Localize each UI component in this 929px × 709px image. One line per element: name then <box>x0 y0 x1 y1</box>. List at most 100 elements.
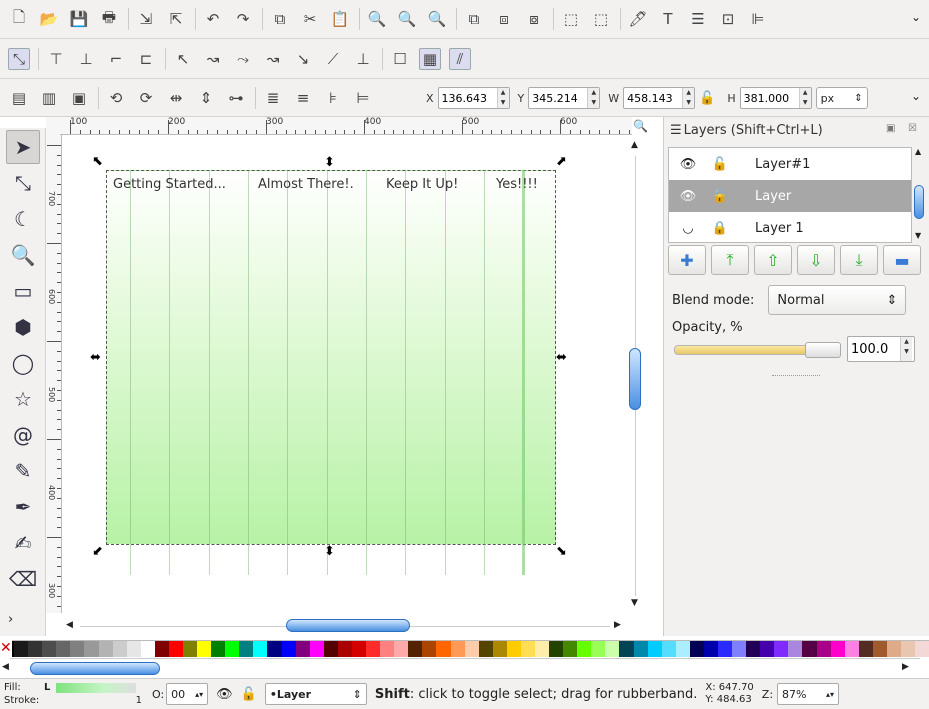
h-field[interactable]: ▲▼ <box>739 87 812 109</box>
snap-midpoint-icon[interactable]: ⟋ <box>322 48 344 70</box>
layer-row[interactable]: 👁 🔓 Layer#1 <box>669 148 911 180</box>
palette-scroll-thumb[interactable] <box>30 662 160 675</box>
color-swatch[interactable] <box>126 641 141 657</box>
scroll-up-icon[interactable]: ▲ <box>631 140 638 150</box>
color-swatch[interactable] <box>492 641 507 657</box>
add-layer-button[interactable]: ✚ <box>668 245 706 275</box>
color-swatch[interactable] <box>267 641 282 657</box>
color-swatch[interactable] <box>28 641 43 657</box>
color-swatch[interactable] <box>337 641 352 657</box>
color-swatch[interactable] <box>746 641 761 657</box>
scale-handle-sw[interactable]: ⬋ <box>92 545 103 558</box>
align-1-icon[interactable]: ≣ <box>262 87 284 109</box>
rotate-ccw-icon[interactable]: ⟳ <box>135 87 157 109</box>
align-4-icon[interactable]: ⊨ <box>352 87 374 109</box>
snap-intersection-icon[interactable]: ⤳ <box>232 48 254 70</box>
color-swatch[interactable] <box>760 641 775 657</box>
color-swatch[interactable] <box>197 641 212 657</box>
scroll-down-icon[interactable]: ▼ <box>631 598 638 608</box>
color-swatch[interactable] <box>366 641 381 657</box>
lower-layer-to-bottom-button[interactable]: ⤓ <box>840 245 878 275</box>
lower-bottom-icon[interactable]: ⟲ <box>105 87 127 109</box>
w-field[interactable]: ▲▼ <box>623 87 696 109</box>
color-swatch[interactable] <box>732 641 747 657</box>
color-swatch[interactable] <box>112 641 127 657</box>
scale-handle-s[interactable]: ⬍ <box>324 545 335 558</box>
rect-tool-icon[interactable]: ▭ <box>6 274 40 308</box>
eye-closed-icon[interactable]: ◡ <box>675 221 701 236</box>
toggle-layer-lock-icon[interactable]: 🔓 <box>241 687 257 702</box>
tweak-tool-icon[interactable]: ☾ <box>6 202 40 236</box>
undo-icon[interactable]: ↶ <box>202 8 224 30</box>
scroll-left-icon[interactable]: ◀ <box>66 620 73 630</box>
canvas-horizontal-scrollbar[interactable]: ◀ ▶ <box>62 617 637 635</box>
vertical-scroll-thumb[interactable] <box>629 348 641 410</box>
color-swatch[interactable] <box>605 641 620 657</box>
snap-bbox-corner-icon[interactable]: ⌐ <box>105 48 127 70</box>
opacity-stepper[interactable]: ▲ ▼ <box>900 337 912 361</box>
eye-open-icon[interactable]: 👁 <box>675 189 701 204</box>
clone-icon[interactable]: ⧈ <box>493 8 515 30</box>
color-swatch[interactable] <box>534 641 550 657</box>
palette-scroll-right-icon[interactable]: ▶ <box>902 662 909 672</box>
w-input[interactable] <box>624 91 683 105</box>
cut-icon[interactable]: ✂ <box>299 8 321 30</box>
y-field[interactable]: ▲▼ <box>528 87 601 109</box>
lower-layer-button[interactable]: ⇩ <box>797 245 835 275</box>
layer-row[interactable]: 👁 🔓 Layer <box>669 180 911 212</box>
color-swatch[interactable] <box>422 641 437 657</box>
color-swatch[interactable] <box>591 641 606 657</box>
palette-scroll-left-icon[interactable]: ◀ <box>2 662 9 672</box>
blend-mode-select[interactable]: Normal ⇕ <box>768 285 907 315</box>
paste-icon[interactable]: 📋 <box>329 8 351 30</box>
pencil-tool-icon[interactable]: ✎ <box>6 454 40 488</box>
opacity-slider-knob[interactable] <box>805 342 841 358</box>
open-icon[interactable]: 📂 <box>38 8 60 30</box>
y-stepper[interactable]: ▲ ▼ <box>587 88 600 108</box>
layer-list-scrollbar[interactable]: ▲ ▼ <box>912 147 926 243</box>
color-swatch[interactable] <box>675 641 690 657</box>
ungroup-icon[interactable]: ⬚ <box>590 8 612 30</box>
eraser-tool-icon[interactable]: ⌫ <box>6 562 40 596</box>
toolbar-overflow-icon[interactable]: ⌄ <box>911 10 921 24</box>
snap-grid-icon[interactable]: ▦ <box>419 47 441 70</box>
color-swatch[interactable] <box>154 641 169 657</box>
fill-swatch[interactable] <box>56 682 137 693</box>
new-document-icon[interactable]: 🗋 <box>8 8 30 30</box>
zoom-selection-icon[interactable]: 🔍 <box>366 8 388 30</box>
panel-resize-grip[interactable] <box>772 375 820 379</box>
snap-bbox-mid-icon[interactable]: ⊏ <box>135 48 157 70</box>
no-paint-swatch[interactable]: ✕ <box>0 640 12 657</box>
color-swatch[interactable] <box>450 641 465 657</box>
color-swatch[interactable] <box>830 641 845 657</box>
canvas-vertical-scrollbar[interactable]: ▲ ▼ <box>628 140 644 615</box>
color-swatch[interactable] <box>858 641 873 657</box>
color-swatch[interactable] <box>619 641 634 657</box>
panel-close-icon[interactable]: ☒ <box>908 123 917 134</box>
color-swatch[interactable] <box>225 641 240 657</box>
color-swatch[interactable] <box>703 641 718 657</box>
print-icon[interactable]: 🖶 <box>98 8 120 30</box>
ellipse-tool-icon[interactable]: ◯ <box>6 346 40 380</box>
color-swatch[interactable] <box>183 641 198 657</box>
color-swatch[interactable] <box>140 641 155 657</box>
toolbox-expand-icon[interactable]: › <box>8 612 13 627</box>
snap-nodes-icon[interactable]: ↖ <box>172 48 194 70</box>
drawing-canvas[interactable]: Getting Started... Almost There!. Keep I… <box>62 135 628 613</box>
text-icon[interactable]: T <box>657 8 679 30</box>
flip-horizontal-icon[interactable]: ⇕ <box>195 87 217 109</box>
color-swatch[interactable] <box>394 641 409 657</box>
color-swatch[interactable] <box>351 641 367 657</box>
snap-cusp-icon[interactable]: ↝ <box>262 48 284 70</box>
unit-select[interactable]: px ⇕ <box>815 87 868 109</box>
w-stepper[interactable]: ▲ ▼ <box>682 88 695 108</box>
star-tool-icon[interactable]: ☆ <box>6 382 40 416</box>
redo-icon[interactable]: ↷ <box>232 8 254 30</box>
color-swatch[interactable] <box>661 641 676 657</box>
scale-handle-e[interactable]: ⬌ <box>556 351 567 364</box>
align-3-icon[interactable]: ⊧ <box>322 87 344 109</box>
scale-handle-se[interactable]: ⬊ <box>556 545 567 558</box>
status-opacity-field[interactable]: 00 ▴▾ <box>166 683 209 705</box>
color-swatch[interactable] <box>436 641 451 657</box>
color-swatch[interactable] <box>717 641 733 657</box>
